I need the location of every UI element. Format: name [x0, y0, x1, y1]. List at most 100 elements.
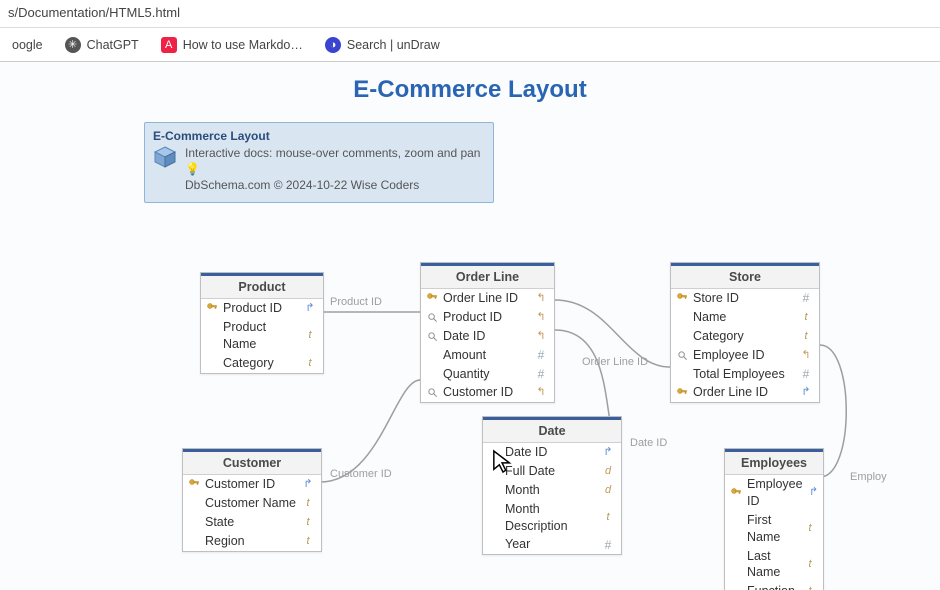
blank-icon — [187, 496, 201, 510]
table-column[interactable]: Employee ID ↰ — [671, 346, 819, 365]
column-name: Amount — [443, 347, 530, 364]
fk-ref-icon: ↱ — [601, 445, 615, 460]
column-name: Employee ID — [693, 347, 795, 364]
column-name: Product Name — [223, 319, 299, 353]
table-column[interactable]: Customer ID↱ — [183, 475, 321, 494]
column-name: Store ID — [693, 290, 795, 307]
key-icon — [675, 291, 689, 305]
type-number-icon: # — [601, 537, 615, 553]
column-name: Customer ID — [205, 476, 297, 493]
key-icon — [187, 477, 201, 491]
table-column[interactable]: Year# — [483, 535, 621, 554]
blank-icon — [675, 367, 689, 381]
blank-icon — [425, 367, 439, 381]
column-name: Category — [693, 328, 795, 345]
fk-arrow-icon: ↰ — [534, 291, 548, 306]
table-column[interactable]: Full Dated — [483, 462, 621, 481]
svg-text:Order Line ID: Order Line ID — [582, 356, 648, 368]
bookmark-label: ChatGPT — [87, 38, 139, 52]
bookmark-google[interactable]: oogle — [8, 34, 47, 56]
table-order-line[interactable]: Order Line Order Line ID↰Product ID↰Date… — [420, 262, 555, 403]
table-column[interactable]: Total Employees# — [671, 365, 819, 384]
table-header: Customer — [183, 449, 321, 475]
blank-icon — [487, 445, 501, 459]
table-column[interactable]: Order Line ID ↱ — [671, 383, 819, 402]
column-name: Product ID — [223, 300, 299, 317]
fk-arrow-icon: ↰ — [534, 310, 548, 325]
table-column[interactable]: Product Namet — [201, 318, 323, 354]
table-column[interactable]: Amount# — [421, 346, 554, 365]
table-column[interactable]: Order Line ID↰ — [421, 289, 554, 308]
table-column[interactable]: Quantity# — [421, 365, 554, 384]
type-text-icon: t — [799, 329, 813, 344]
column-name: Customer ID — [443, 384, 530, 401]
table-column[interactable]: Store ID# — [671, 289, 819, 308]
column-name: Category — [223, 355, 299, 372]
column-name: State — [205, 514, 297, 531]
table-column[interactable]: Product ID ↱ — [201, 299, 323, 318]
table-column[interactable]: Month Descriptiont — [483, 500, 621, 536]
table-column[interactable]: Customer ID↰ — [421, 383, 554, 402]
table-employees[interactable]: Employees Employee ID↱First NametLast Na… — [724, 448, 824, 590]
fk-ref-icon: ↱ — [799, 385, 813, 400]
table-store[interactable]: Store Store ID#NametCategory t Employee ID… — [670, 262, 820, 403]
type-text-icon: t — [799, 310, 813, 325]
table-column[interactable]: Employee ID↱ — [725, 475, 823, 511]
column-name: Full Date — [505, 463, 597, 480]
type-number-icon: # — [534, 347, 548, 363]
column-name: Customer Name — [205, 495, 297, 512]
type-text-icon: t — [803, 521, 817, 536]
table-column[interactable]: Customer Namet — [183, 494, 321, 513]
undraw-icon: ◑ — [325, 37, 341, 53]
markdown-icon: A — [161, 37, 177, 53]
blank-icon — [729, 585, 743, 590]
table-column[interactable]: Categoryt — [201, 354, 323, 373]
blank-icon — [675, 310, 689, 324]
dbschema-cube-icon — [153, 145, 177, 169]
table-column[interactable]: Product ID ↰ — [421, 308, 554, 327]
blank-icon — [487, 483, 501, 497]
fk-arrow-icon: ↰ — [534, 329, 548, 344]
table-column[interactable]: Functiont — [725, 582, 823, 590]
type-text-icon: t — [301, 515, 315, 530]
blank-icon — [205, 329, 219, 343]
bookmark-chatgpt[interactable]: ✳ ChatGPT — [61, 33, 143, 57]
blank-icon — [729, 557, 743, 571]
table-column[interactable]: Statet — [183, 513, 321, 532]
page-title: E-Commerce Layout — [0, 76, 940, 104]
table-product[interactable]: Product Product ID ↱ Product NametCategory… — [200, 272, 324, 374]
table-column[interactable]: Date ID↰ — [421, 327, 554, 346]
svg-text:Date ID: Date ID — [630, 437, 667, 449]
address-text: s/Documentation/HTML5.html — [8, 5, 180, 20]
table-column[interactable]: Category t — [671, 327, 819, 346]
bookmark-label: oogle — [12, 38, 43, 52]
table-column[interactable]: Regiont — [183, 532, 321, 551]
table-column[interactable]: Date ID↱ — [483, 443, 621, 462]
bookmark-markdown[interactable]: A How to use Markdo… — [157, 33, 307, 57]
type-text-icon: t — [803, 557, 817, 572]
table-header: Store — [671, 263, 819, 289]
magnifier-icon — [425, 310, 439, 324]
table-column[interactable]: Last Namet — [725, 547, 823, 583]
column-name: First Name — [747, 512, 799, 546]
address-bar[interactable]: s/Documentation/HTML5.html — [0, 0, 940, 28]
table-date[interactable]: Date Date ID↱Full DatedMonthdMonth Descr… — [482, 416, 622, 555]
fk-arrow-icon: ↰ — [799, 348, 813, 363]
column-name: Order Line ID — [693, 384, 795, 401]
bookmark-undraw[interactable]: ◑ Search | unDraw — [321, 33, 444, 57]
table-customer[interactable]: Customer Customer ID↱Customer NametState… — [182, 448, 322, 552]
info-panel[interactable]: E-Commerce Layout Interactive docs: mous… — [144, 122, 494, 203]
table-header: Product — [201, 273, 323, 299]
diagram-canvas[interactable]: E-Commerce Layout E-Commerce Layout Inte… — [0, 62, 940, 590]
table-column[interactable]: First Name t — [725, 511, 823, 547]
magnifier-icon — [675, 348, 689, 362]
table-column[interactable]: Monthd — [483, 481, 621, 500]
column-name: Employee ID — [747, 476, 803, 510]
column-name: Product ID — [443, 309, 530, 326]
type-text-icon: t — [301, 534, 315, 549]
table-header: Employees — [725, 449, 823, 475]
table-column[interactable]: Namet — [671, 308, 819, 327]
fk-ref-icon: ↱ — [303, 301, 317, 316]
blank-icon — [425, 348, 439, 362]
table-header: Order Line — [421, 263, 554, 289]
